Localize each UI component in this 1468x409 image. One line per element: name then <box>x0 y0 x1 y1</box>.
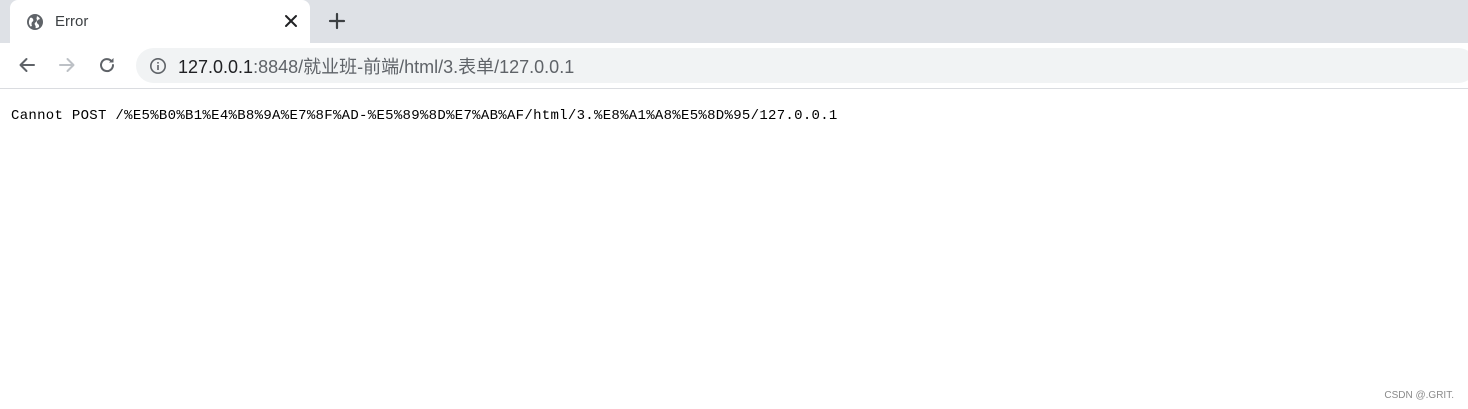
close-icon[interactable] <box>282 12 300 30</box>
arrow-right-icon[interactable] <box>55 53 79 77</box>
error-message: Cannot POST /%E5%B0%B1%E4%B8%9A%E7%8F%AD… <box>11 108 838 124</box>
url-text[interactable]: 127.0.0.1:8848/就业班-前端/html/3.表单/127.0.0.… <box>178 53 574 79</box>
browser-window: Error 127.0.0.1:8848/就业班-前端/html/3.表单/12… <box>0 0 1468 409</box>
watermark: CSDN @.GRIT. <box>1384 390 1454 401</box>
tab-error[interactable]: Error <box>10 0 310 43</box>
page-content: Cannot POST /%E5%B0%B1%E4%B8%9A%E7%8F%AD… <box>0 89 1468 409</box>
address-bar[interactable]: 127.0.0.1:8848/就业班-前端/html/3.表单/127.0.0.… <box>136 48 1468 83</box>
url-host: 127.0.0.1 <box>178 56 254 77</box>
info-icon[interactable] <box>149 57 167 75</box>
tab-title: Error <box>55 13 89 30</box>
reload-icon[interactable] <box>95 53 119 77</box>
url-path: :8848/就业班-前端/html/3.表单/127.0.0.1 <box>253 56 575 77</box>
toolbar: 127.0.0.1:8848/就业班-前端/html/3.表单/127.0.0.… <box>0 43 1468 89</box>
arrow-left-icon[interactable] <box>15 53 39 77</box>
tab-strip: Error <box>0 0 1468 43</box>
globe-icon <box>26 13 44 31</box>
plus-icon[interactable] <box>325 9 349 33</box>
